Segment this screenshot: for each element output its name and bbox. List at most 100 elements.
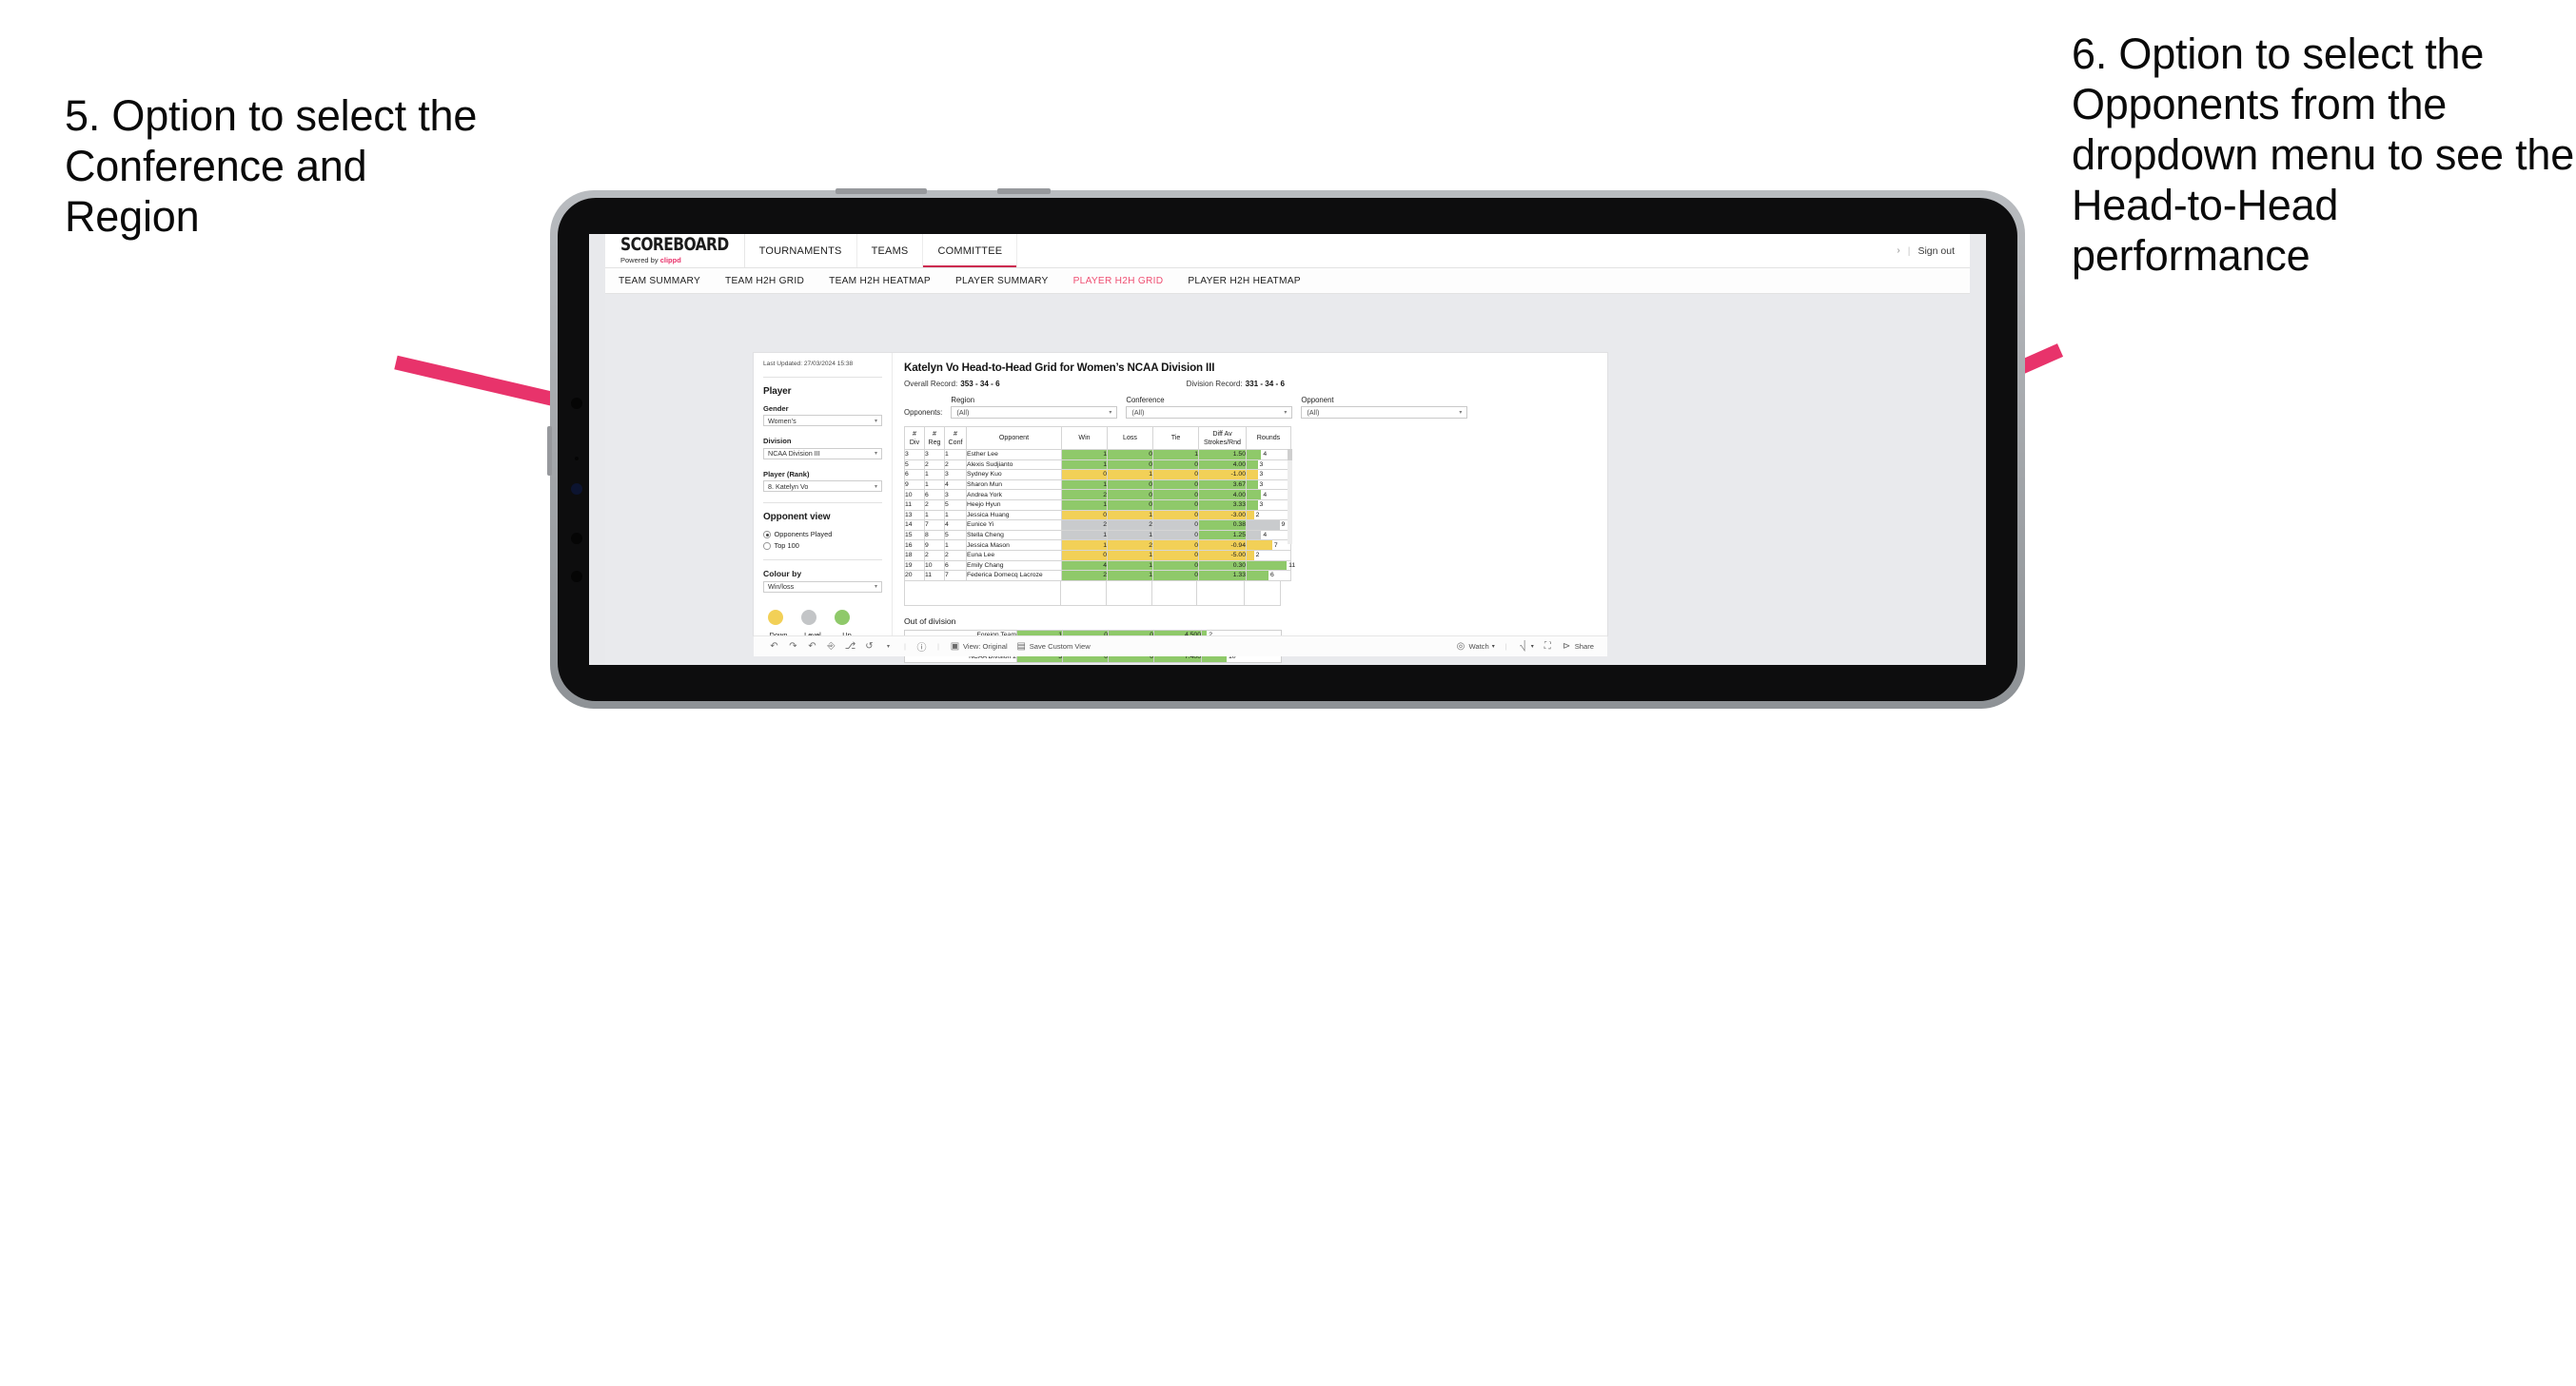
region-filter-select[interactable]: (All) ▾ bbox=[951, 406, 1118, 419]
rounds-value: 3 bbox=[1259, 481, 1264, 489]
cell-conf: 2 bbox=[944, 549, 967, 561]
watch-button[interactable]: ◎ Watch ▾ bbox=[1455, 641, 1495, 652]
pause-icon[interactable]: ⎇ bbox=[845, 641, 856, 652]
cell-div: 14 bbox=[904, 519, 925, 531]
rounds-bar bbox=[1247, 450, 1262, 459]
rounds-value: 11 bbox=[1288, 561, 1296, 569]
table-row[interactable]: 13 1 1 Jessica Huang 0 1 0 -3.00 2 bbox=[904, 509, 1291, 521]
revert-icon[interactable]: ↶ bbox=[807, 641, 817, 652]
opponent-filter-select[interactable]: (All) ▾ bbox=[1301, 406, 1468, 419]
table-row[interactable]: 11 2 5 Heejo Hyun 1 0 0 3.33 3 bbox=[904, 498, 1291, 511]
cell-loss: 2 bbox=[1107, 539, 1153, 551]
table-row[interactable]: 19 10 6 Emily Chang 4 1 0 0.30 11 bbox=[904, 559, 1295, 572]
share-button[interactable]: ⊳ Share bbox=[1562, 641, 1594, 652]
colour-by-value: Win/loss bbox=[768, 582, 795, 592]
table-row[interactable]: 5 2 2 Alexis Sudjianto 1 0 0 4.00 3 bbox=[904, 459, 1291, 471]
table-row[interactable]: 6 1 3 Sydney Kuo 0 1 0 -1.00 3 bbox=[904, 469, 1291, 480]
cell-div: 20 bbox=[904, 570, 925, 581]
device-button bbox=[547, 426, 552, 476]
radio-opponents-played[interactable]: Opponents Played bbox=[763, 530, 882, 538]
cell-div: 13 bbox=[904, 509, 925, 521]
view-original-button[interactable]: ▣ View: Original bbox=[950, 641, 1008, 652]
cell-conf: 4 bbox=[944, 478, 967, 491]
conference-filter-select[interactable]: (All) ▾ bbox=[1126, 406, 1293, 419]
conference-filter-label: Conference bbox=[1126, 396, 1165, 404]
cell-diff: -3.00 bbox=[1198, 509, 1247, 521]
tablet-bezel: SCOREBOARD Powered by clippd TOURNAMENTS… bbox=[558, 198, 2017, 701]
tab-team-summary[interactable]: TEAM SUMMARY bbox=[619, 276, 700, 286]
cell-reg: 1 bbox=[924, 509, 945, 521]
sign-out-link[interactable]: Sign out bbox=[1917, 245, 1955, 257]
caret-down-icon[interactable]: ▾ bbox=[883, 641, 894, 652]
h2h-grid-head: # Div # Reg # Conf Opponent Win Loss Tie Diff Av St… bbox=[904, 426, 1291, 450]
refresh-icon[interactable]: ⎆ bbox=[826, 641, 836, 652]
column-header-loss: Loss bbox=[1107, 426, 1153, 450]
table-row[interactable]: 14 7 4 Eunice Yi 2 2 0 0.38 9 bbox=[904, 519, 1291, 531]
nav-item-teams[interactable]: TEAMS bbox=[857, 234, 924, 267]
table-row[interactable]: 18 2 2 Euna Lee 0 1 0 -5.00 2 bbox=[904, 549, 1291, 561]
table-row[interactable]: 3 3 1 Esther Lee 1 0 1 1.50 4 bbox=[904, 449, 1291, 460]
cell-loss: 1 bbox=[1107, 559, 1153, 572]
gender-select[interactable]: Women’s ▾ bbox=[763, 415, 882, 427]
tab-player-summary[interactable]: PLAYER SUMMARY bbox=[955, 276, 1049, 286]
table-row[interactable]: 15 8 5 Stella Cheng 1 1 0 1.25 4 bbox=[904, 529, 1291, 541]
rounds-value: 3 bbox=[1259, 501, 1264, 509]
division-select[interactable]: NCAA Division III ▾ bbox=[763, 447, 882, 459]
fullscreen-icon[interactable]: ⛶ bbox=[1543, 641, 1553, 652]
cell-loss: 0 bbox=[1107, 489, 1153, 500]
cell-diff: 4.00 bbox=[1198, 489, 1247, 500]
legend-swatch-up bbox=[835, 609, 850, 625]
nav-item-tournaments[interactable]: TOURNAMENTS bbox=[745, 234, 857, 267]
cell-rounds: 4 bbox=[1246, 449, 1291, 460]
toolbar-divider: | bbox=[1504, 642, 1507, 651]
cell-diff: 0.30 bbox=[1198, 559, 1247, 572]
download-button[interactable]: ⎷ ▾ bbox=[1518, 641, 1534, 652]
cell-conf: 1 bbox=[944, 539, 967, 551]
undo-icon[interactable]: ↶ bbox=[769, 641, 779, 652]
radio-top-100[interactable]: Top 100 bbox=[763, 541, 882, 550]
rounds-value: 6 bbox=[1270, 572, 1274, 579]
redo-icon[interactable]: ↷ bbox=[788, 641, 798, 652]
chevron-down-icon: ▾ bbox=[1109, 410, 1112, 416]
player-rank-label: Player (Rank) bbox=[763, 469, 810, 478]
rounds-value: 4 bbox=[1263, 532, 1268, 539]
divider bbox=[763, 559, 882, 561]
brand-logo[interactable]: SCOREBOARD Powered by clippd bbox=[605, 234, 745, 267]
cell-win: 1 bbox=[1061, 498, 1108, 511]
table-row[interactable]: 10 6 3 Andrea York 2 0 0 4.00 4 bbox=[904, 489, 1291, 500]
viz-title: Katelyn Vo Head-to-Head Grid for Women’s… bbox=[904, 361, 1215, 374]
colour-by-select[interactable]: Win/loss ▾ bbox=[763, 580, 882, 593]
cell-div: 16 bbox=[904, 539, 925, 551]
chevron-right-icon[interactable]: › bbox=[1897, 245, 1899, 256]
nav-item-committee[interactable]: COMMITTEE bbox=[923, 234, 1018, 267]
help-icon[interactable]: ⓘ bbox=[916, 641, 927, 654]
cell-tie: 0 bbox=[1152, 539, 1199, 551]
table-row[interactable]: 9 1 4 Sharon Mun 1 0 0 3.67 3 bbox=[904, 478, 1291, 491]
tab-team-h2h-grid[interactable]: TEAM H2H GRID bbox=[725, 276, 804, 286]
chevron-down-icon: ▾ bbox=[874, 584, 877, 591]
tab-player-h2h-grid[interactable]: PLAYER H2H GRID bbox=[1073, 276, 1164, 286]
scoreboard-app: SCOREBOARD Powered by clippd TOURNAMENTS… bbox=[589, 234, 1986, 665]
table-scrollbar[interactable] bbox=[1288, 449, 1292, 544]
table-blank-footer bbox=[904, 580, 1281, 606]
nav-divider: | bbox=[1907, 244, 1911, 257]
tab-player-h2h-heatmap[interactable]: PLAYER H2H HEATMAP bbox=[1188, 276, 1300, 286]
lasso-icon[interactable]: ↺ bbox=[864, 641, 875, 652]
cell-tie: 0 bbox=[1152, 478, 1199, 491]
cell-tie: 0 bbox=[1152, 529, 1199, 541]
table-row[interactable]: 20 11 7 Federica Domecq Lacroze 2 1 0 1.33 6 bbox=[904, 570, 1291, 581]
clippd-label: clippd bbox=[659, 255, 681, 264]
player-rank-select[interactable]: 8. Katelyn Vo ▾ bbox=[763, 480, 882, 493]
cell-diff: -1.00 bbox=[1198, 469, 1247, 480]
cell-tie: 1 bbox=[1152, 449, 1199, 460]
tab-team-h2h-heatmap[interactable]: TEAM H2H HEATMAP bbox=[829, 276, 931, 286]
rounds-bar bbox=[1247, 510, 1254, 520]
visualization-card: Last Updated: 27/03/2024 15:38 Player Ge… bbox=[754, 353, 1607, 664]
save-custom-view-button[interactable]: ▤ Save Custom View bbox=[1016, 641, 1090, 652]
table-row[interactable]: 16 9 1 Jessica Mason 1 2 0 -0.94 7 bbox=[904, 539, 1291, 551]
cell-div: 19 bbox=[904, 559, 925, 572]
scrollbar-thumb[interactable] bbox=[1288, 449, 1292, 460]
watch-label: Watch bbox=[1468, 642, 1489, 651]
save-view-icon: ▤ bbox=[1016, 641, 1026, 652]
division-label: Division bbox=[763, 437, 792, 446]
